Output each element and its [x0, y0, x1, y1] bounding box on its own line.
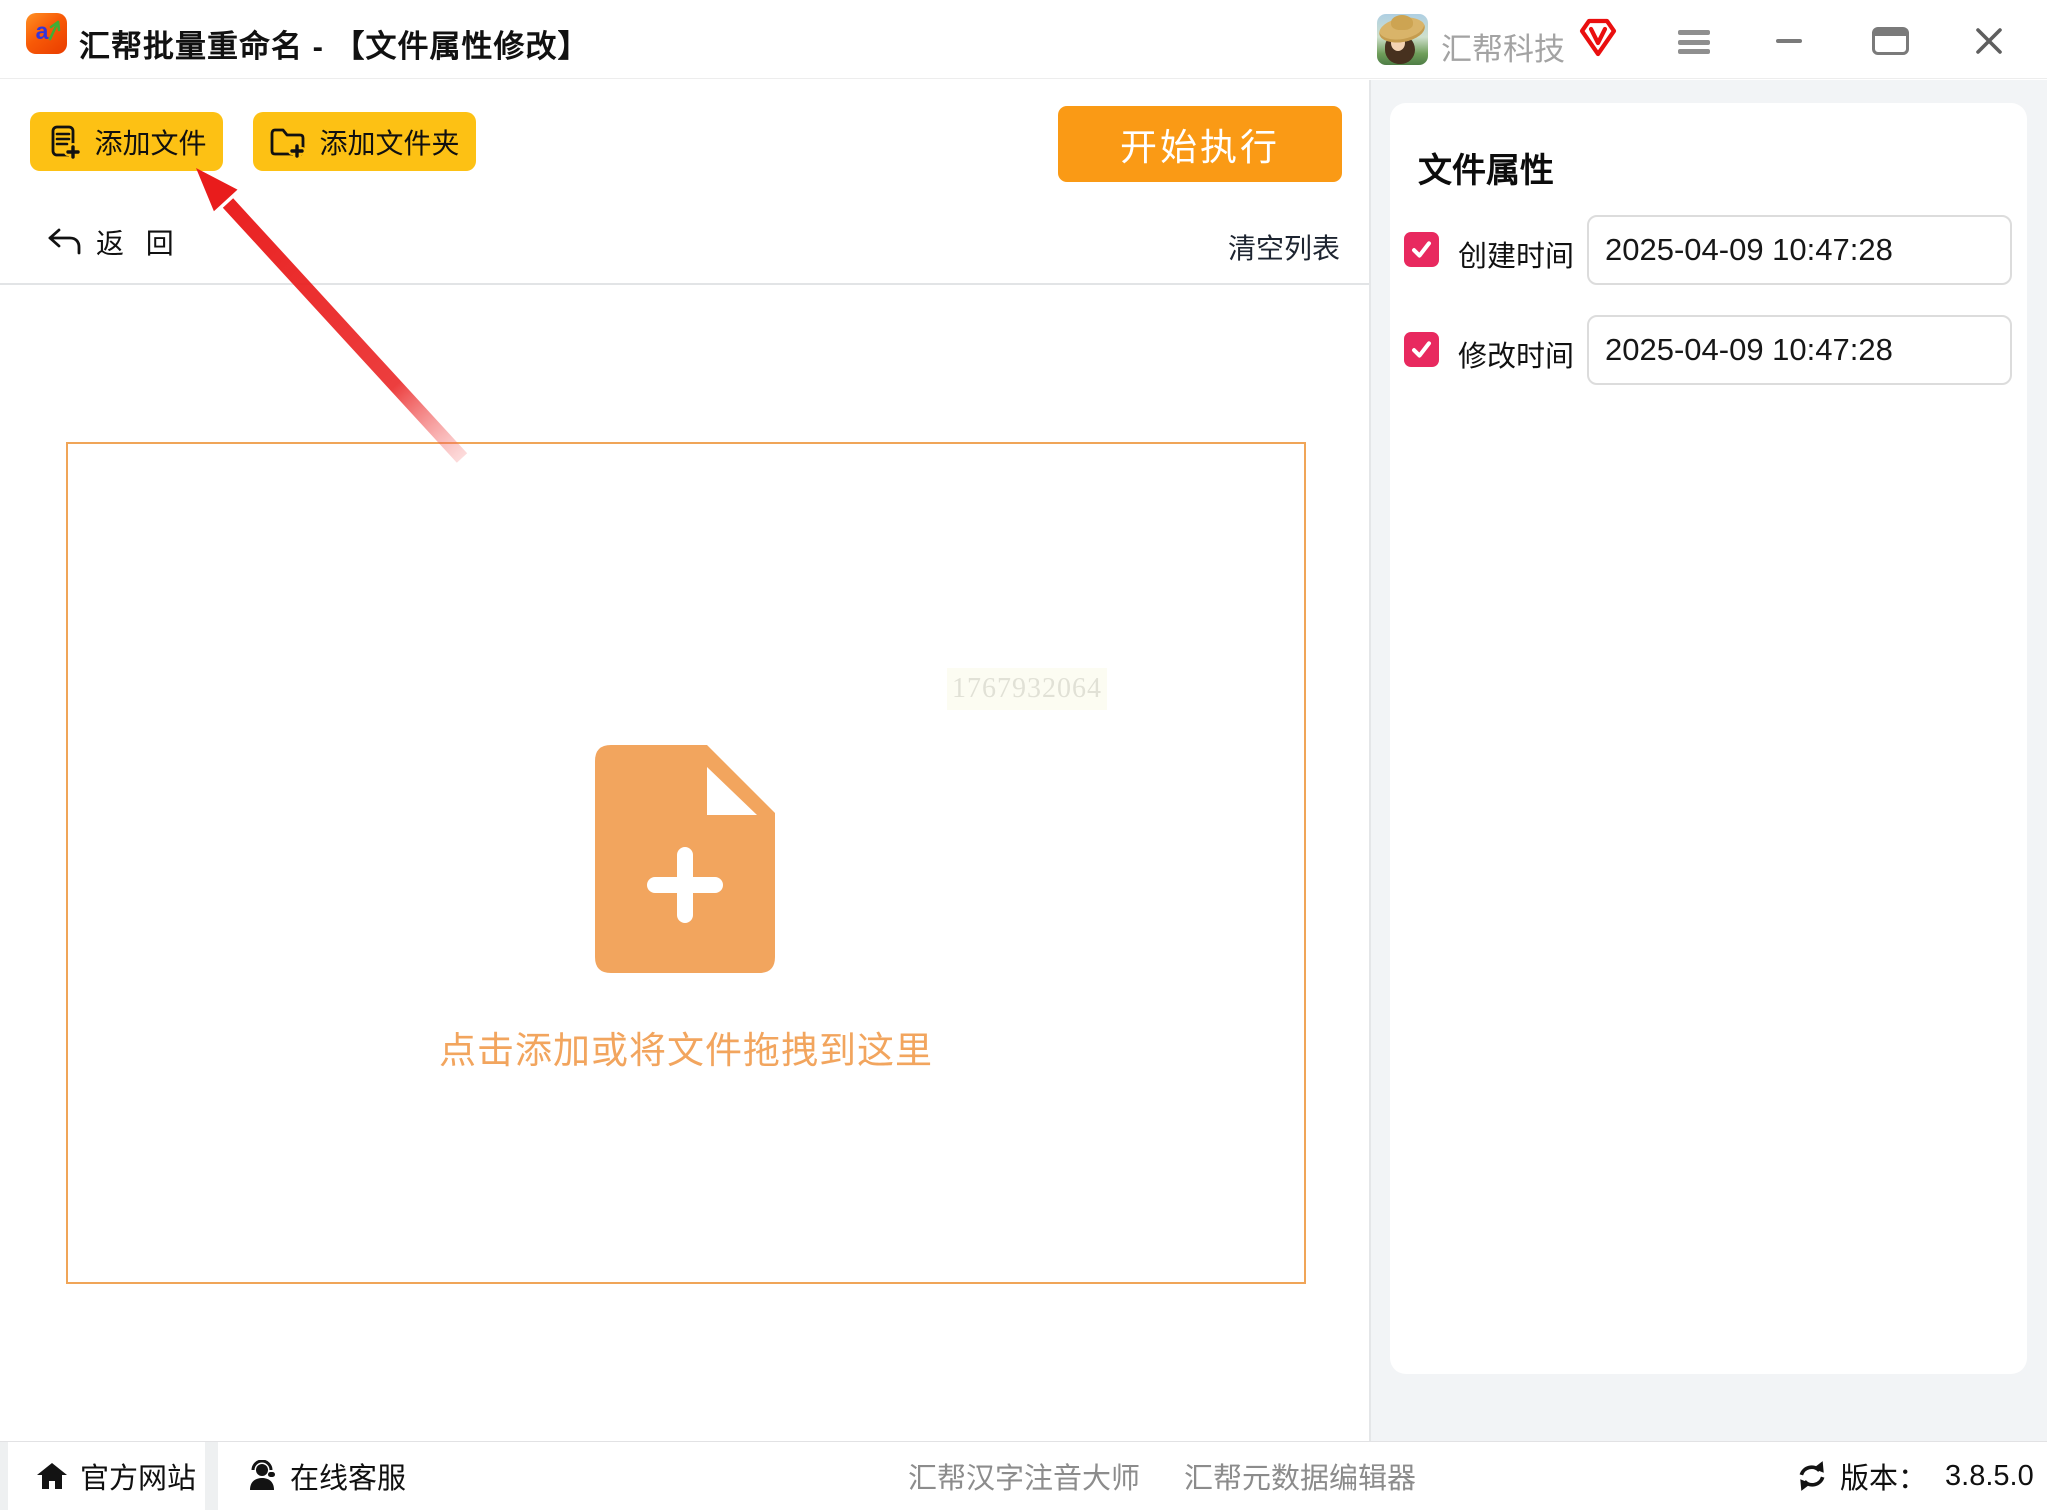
app-logo-letter: a [36, 18, 49, 45]
app-logo-icon: a [26, 13, 67, 54]
online-service-label: 在线客服 [290, 1455, 406, 1497]
add-folder-label: 添加文件夹 [319, 122, 459, 162]
online-service-link[interactable]: 在线客服 [246, 1442, 406, 1510]
official-website-label: 官方网站 [80, 1455, 196, 1497]
drop-zone-hint: 点击添加或将文件拖拽到这里 [68, 1020, 1304, 1074]
start-execute-button[interactable]: 开始执行 [1058, 106, 1342, 182]
menu-bar [1678, 49, 1710, 54]
attribute-row-modified: 修改时间 [1390, 315, 2027, 385]
vip-badge-icon[interactable] [1578, 16, 1618, 58]
home-icon [36, 1461, 68, 1491]
app-window: a 汇帮批量重命名 - 【文件属性修改】 汇帮科技 [0, 0, 2047, 1509]
minimize-button[interactable] [1774, 30, 1806, 54]
title-bar: a 汇帮批量重命名 - 【文件属性修改】 汇帮科技 [0, 0, 2047, 79]
created-time-input[interactable] [1587, 215, 2012, 285]
modified-time-checkbox[interactable] [1404, 332, 1439, 367]
file-drop-zone[interactable]: 点击添加或将文件拖拽到这里 1767932064 [66, 442, 1306, 1284]
add-folder-button[interactable]: 添加文件夹 [253, 112, 476, 171]
brand-name: 汇帮科技 [1441, 24, 1565, 69]
version-value: 3.8.5.0 [1945, 1460, 2034, 1493]
properties-card: 文件属性 创建时间 修改时间 [1390, 103, 2027, 1374]
update-refresh-icon[interactable] [1796, 1460, 1828, 1492]
pinyin-master-link[interactable]: 汇帮汉字注音大师 [908, 1442, 1140, 1510]
add-folder-icon [269, 125, 307, 159]
minimize-icon [1776, 39, 1802, 43]
maximize-button[interactable] [1872, 27, 1909, 55]
modified-time-input[interactable] [1587, 315, 2012, 385]
official-website-link[interactable]: 官方网站 [36, 1442, 196, 1510]
watermark: 1767932064 [947, 668, 1107, 710]
created-time-checkbox[interactable] [1404, 232, 1439, 267]
checkmark-icon [1410, 338, 1433, 361]
metadata-editor-label: 汇帮元数据编辑器 [1184, 1455, 1416, 1497]
main-area: 添加文件 添加文件夹 开始执行 返 回 清空列表 [0, 80, 1369, 1441]
pinyin-master-label: 汇帮汉字注音大师 [908, 1455, 1140, 1497]
version-info: 版本： 3.8.5.0 [1796, 1442, 2034, 1510]
avatar-hat-top [1391, 15, 1413, 30]
back-button[interactable]: 返 回 [46, 222, 174, 262]
menu-bar [1678, 30, 1710, 35]
properties-panel: 文件属性 创建时间 修改时间 [1369, 80, 2047, 1441]
metadata-editor-link[interactable]: 汇帮元数据编辑器 [1184, 1442, 1416, 1510]
created-time-label: 创建时间 [1458, 233, 1574, 275]
back-arrow-icon [46, 227, 82, 257]
window-title: 汇帮批量重命名 - 【文件属性修改】 [79, 21, 590, 66]
add-file-label: 添加文件 [94, 122, 206, 162]
user-avatar[interactable] [1377, 14, 1428, 65]
app-logo-arrow-icon [48, 19, 61, 41]
file-plus-icon [595, 745, 775, 973]
checkmark-icon [1410, 238, 1433, 261]
toolbar-divider [0, 283, 1369, 285]
properties-title: 文件属性 [1418, 143, 1554, 192]
menu-bar [1678, 40, 1710, 45]
add-file-button[interactable]: 添加文件 [30, 112, 223, 171]
close-button[interactable] [1972, 24, 2006, 58]
add-file-icon [46, 124, 82, 160]
clear-list-button[interactable]: 清空列表 [1228, 227, 1340, 267]
footer-bar: 官方网站 在线客服 汇帮汉字注音大师 汇帮元数据编辑器 版本： [0, 1441, 2047, 1509]
attribute-row-created: 创建时间 [1390, 215, 2027, 285]
footer-separator [0, 1442, 8, 1510]
back-label: 返 回 [96, 222, 174, 262]
footer-separator [205, 1442, 218, 1510]
menu-button[interactable] [1678, 30, 1710, 54]
customer-service-icon [246, 1460, 278, 1492]
modified-time-label: 修改时间 [1458, 333, 1574, 375]
version-label: 版本： [1840, 1455, 1927, 1497]
